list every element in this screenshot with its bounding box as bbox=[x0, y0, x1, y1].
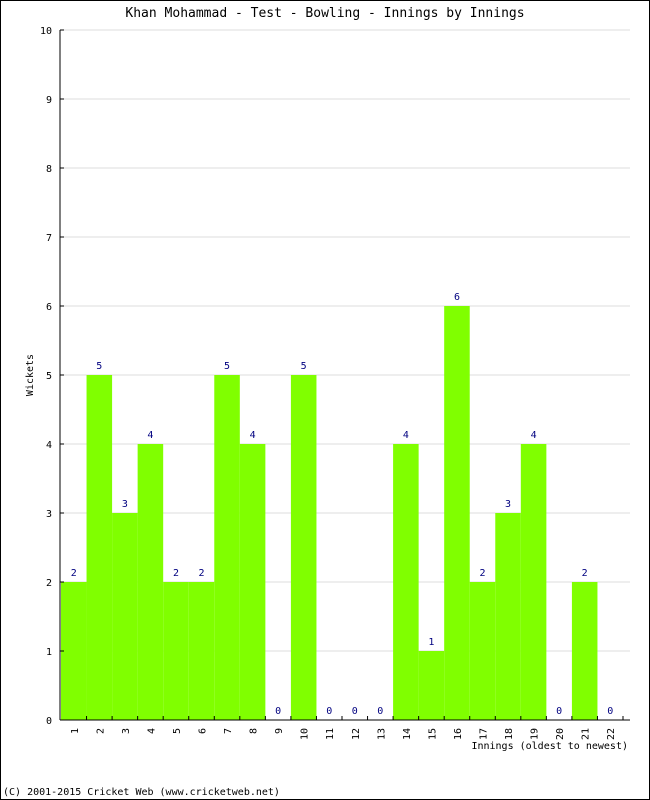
bar bbox=[239, 444, 266, 720]
value-label: 4 bbox=[147, 430, 153, 441]
copyright-text: (C) 2001-2015 Cricket Web (www.cricketwe… bbox=[3, 787, 280, 798]
x-tick-label: 16 bbox=[453, 728, 464, 740]
y-tick-label: 2 bbox=[46, 578, 52, 589]
bar bbox=[469, 582, 496, 720]
value-label: 4 bbox=[250, 430, 256, 441]
x-tick-label: 1 bbox=[70, 728, 81, 734]
value-label: 0 bbox=[377, 706, 383, 717]
value-label: 0 bbox=[556, 706, 562, 717]
x-tick-label: 13 bbox=[376, 728, 387, 740]
x-tick-label: 20 bbox=[555, 728, 566, 740]
y-tick-label: 3 bbox=[46, 509, 52, 520]
value-label: 5 bbox=[224, 361, 230, 372]
x-tick-label: 17 bbox=[479, 728, 490, 740]
bar bbox=[418, 651, 445, 720]
bar bbox=[137, 444, 164, 720]
bar bbox=[393, 444, 419, 720]
bar bbox=[290, 375, 317, 720]
value-label: 0 bbox=[352, 706, 358, 717]
value-label: 5 bbox=[96, 361, 102, 372]
y-tick-label: 5 bbox=[46, 371, 52, 382]
y-tick-label: 6 bbox=[46, 302, 52, 313]
x-tick-label: 19 bbox=[530, 728, 541, 740]
x-tick-label: 21 bbox=[581, 728, 592, 740]
value-label: 0 bbox=[326, 706, 332, 717]
y-tick-label: 1 bbox=[46, 647, 52, 658]
value-label: 3 bbox=[505, 499, 511, 510]
x-tick-label: 5 bbox=[172, 728, 183, 734]
bar bbox=[214, 375, 240, 720]
y-tick-label: 4 bbox=[46, 440, 52, 451]
value-label: 5 bbox=[301, 361, 307, 372]
y-tick-label: 9 bbox=[46, 95, 52, 106]
bar bbox=[495, 513, 521, 720]
y-tick-label: 0 bbox=[46, 716, 52, 727]
x-tick-label: 12 bbox=[351, 728, 362, 740]
x-tick-label: 18 bbox=[504, 728, 515, 740]
bar bbox=[520, 444, 547, 720]
value-label: 2 bbox=[198, 568, 204, 579]
y-axis-label: Wickets bbox=[25, 354, 36, 396]
y-tick-label: 7 bbox=[46, 233, 52, 244]
value-label: 2 bbox=[71, 568, 77, 579]
x-tick-label: 11 bbox=[325, 728, 336, 740]
x-tick-label: 4 bbox=[146, 728, 157, 734]
y-tick-label: 10 bbox=[40, 26, 52, 37]
x-tick-label: 8 bbox=[249, 728, 260, 734]
value-label: 4 bbox=[531, 430, 537, 441]
y-tick-label: 8 bbox=[46, 164, 52, 175]
value-label: 0 bbox=[275, 706, 281, 717]
chart-title: Khan Mohammad - Test - Bowling - Innings… bbox=[125, 6, 524, 21]
x-tick-label: 14 bbox=[402, 728, 413, 740]
x-tick-label: 9 bbox=[274, 728, 285, 734]
value-label: 1 bbox=[428, 637, 434, 648]
value-label: 2 bbox=[582, 568, 588, 579]
value-label: 0 bbox=[607, 706, 613, 717]
x-axis-label: Innings (oldest to newest) bbox=[471, 741, 628, 752]
bar bbox=[571, 582, 598, 720]
bar bbox=[444, 306, 470, 720]
bar-chart: Khan Mohammad - Test - Bowling - Innings… bbox=[3, 6, 630, 798]
x-tick-label: 22 bbox=[606, 728, 617, 740]
x-tick-label: 6 bbox=[198, 728, 209, 734]
bar bbox=[188, 582, 215, 720]
x-tick-label: 7 bbox=[223, 728, 234, 734]
x-tick-label: 3 bbox=[121, 728, 132, 734]
bar bbox=[163, 582, 189, 720]
value-label: 2 bbox=[479, 568, 485, 579]
bar bbox=[86, 375, 113, 720]
bar bbox=[61, 582, 87, 720]
value-label: 3 bbox=[122, 499, 128, 510]
x-tick-label: 10 bbox=[300, 728, 311, 740]
x-tick-label: 15 bbox=[427, 728, 438, 740]
x-tick-label: 2 bbox=[95, 728, 106, 734]
value-label: 6 bbox=[454, 292, 460, 303]
value-label: 2 bbox=[173, 568, 179, 579]
value-label: 4 bbox=[403, 430, 409, 441]
bar bbox=[112, 513, 138, 720]
